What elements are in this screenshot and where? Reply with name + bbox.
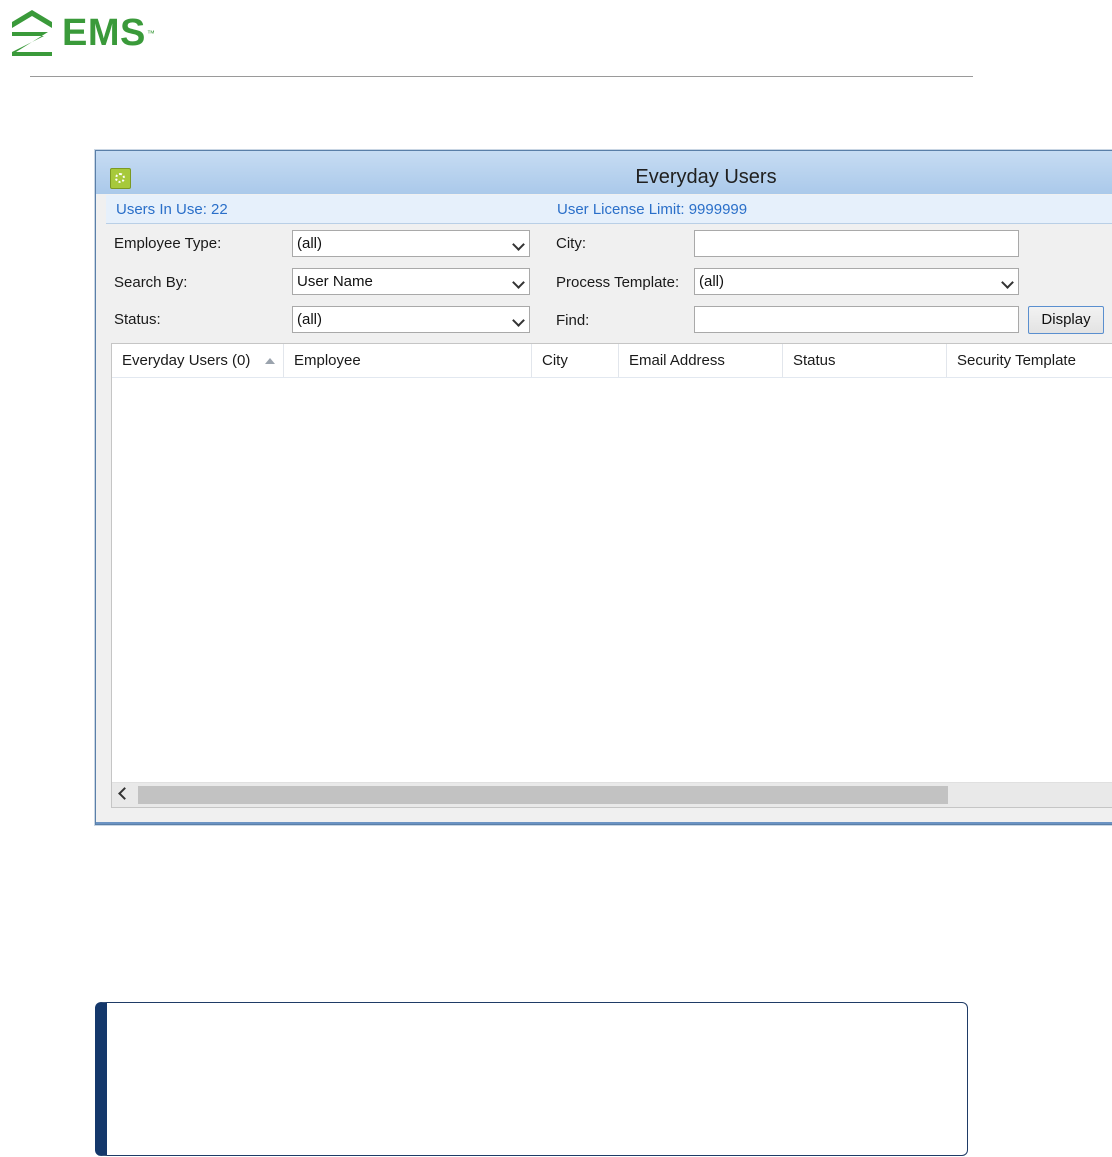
status-value: (all): [297, 311, 322, 328]
employee-type-dropdown[interactable]: (all): [292, 230, 530, 257]
grid-header: Everyday Users (0) Employee City Email A…: [112, 344, 1112, 378]
chevron-left-icon[interactable]: [118, 787, 131, 800]
find-label: Find:: [556, 312, 590, 329]
users-grid[interactable]: Everyday Users (0) Employee City Email A…: [111, 343, 1112, 808]
note-callout: [95, 1002, 968, 1156]
horizontal-scrollbar[interactable]: [112, 782, 1112, 807]
chevron-down-icon: [512, 238, 525, 251]
search-by-value: User Name: [297, 273, 373, 290]
city-label: City:: [556, 235, 586, 252]
column-status[interactable]: Status: [783, 344, 947, 377]
column-label: City: [542, 352, 568, 369]
column-email-address[interactable]: Email Address: [619, 344, 783, 377]
find-input[interactable]: [694, 306, 1019, 333]
employee-type-label: Employee Type:: [114, 235, 222, 252]
display-button[interactable]: Display: [1028, 306, 1104, 334]
column-security-template[interactable]: Security Template: [947, 344, 1112, 377]
search-by-label: Search By:: [114, 274, 188, 291]
window-title: Everyday Users: [635, 166, 777, 188]
chevron-down-icon: [512, 276, 525, 289]
header-divider: [30, 76, 973, 77]
status-dropdown[interactable]: (all): [292, 306, 530, 333]
brand-name: EMS: [62, 11, 146, 54]
column-city[interactable]: City: [532, 344, 619, 377]
column-label: Email Address: [629, 352, 725, 369]
info-bar: Users In Use: 22 User License Limit: 999…: [106, 195, 1112, 224]
license-limit: User License Limit: 9999999: [557, 201, 748, 218]
sort-ascending-icon: [265, 358, 275, 364]
process-template-dropdown[interactable]: (all): [694, 268, 1019, 295]
chevron-down-icon: [512, 314, 525, 327]
status-label: Status:: [114, 311, 161, 328]
city-input[interactable]: [694, 230, 1019, 257]
title-bar: Everyday Users: [96, 151, 1112, 194]
users-in-use: Users In Use: 22: [116, 201, 228, 218]
column-label: Everyday Users (0): [122, 352, 251, 369]
search-by-dropdown[interactable]: User Name: [292, 268, 530, 295]
scrollbar-thumb[interactable]: [138, 786, 948, 804]
column-employee[interactable]: Employee: [284, 344, 532, 377]
column-everyday-users[interactable]: Everyday Users (0): [112, 344, 284, 377]
column-label: Employee: [294, 352, 361, 369]
process-template-value: (all): [699, 273, 724, 290]
process-template-label: Process Template:: [556, 274, 680, 291]
window-bottom-border: [96, 822, 1112, 824]
everyday-users-window: Everyday Users Users In Use: 22 User Lic…: [95, 150, 1112, 825]
employee-type-value: (all): [297, 235, 322, 252]
brand-logo: EMS ™: [8, 6, 155, 60]
column-label: Security Template: [957, 352, 1076, 369]
column-label: Status: [793, 352, 836, 369]
chevron-down-icon: [1001, 276, 1014, 289]
ems-logo-icon: [12, 10, 52, 56]
trademark-mark: ™: [146, 28, 155, 38]
